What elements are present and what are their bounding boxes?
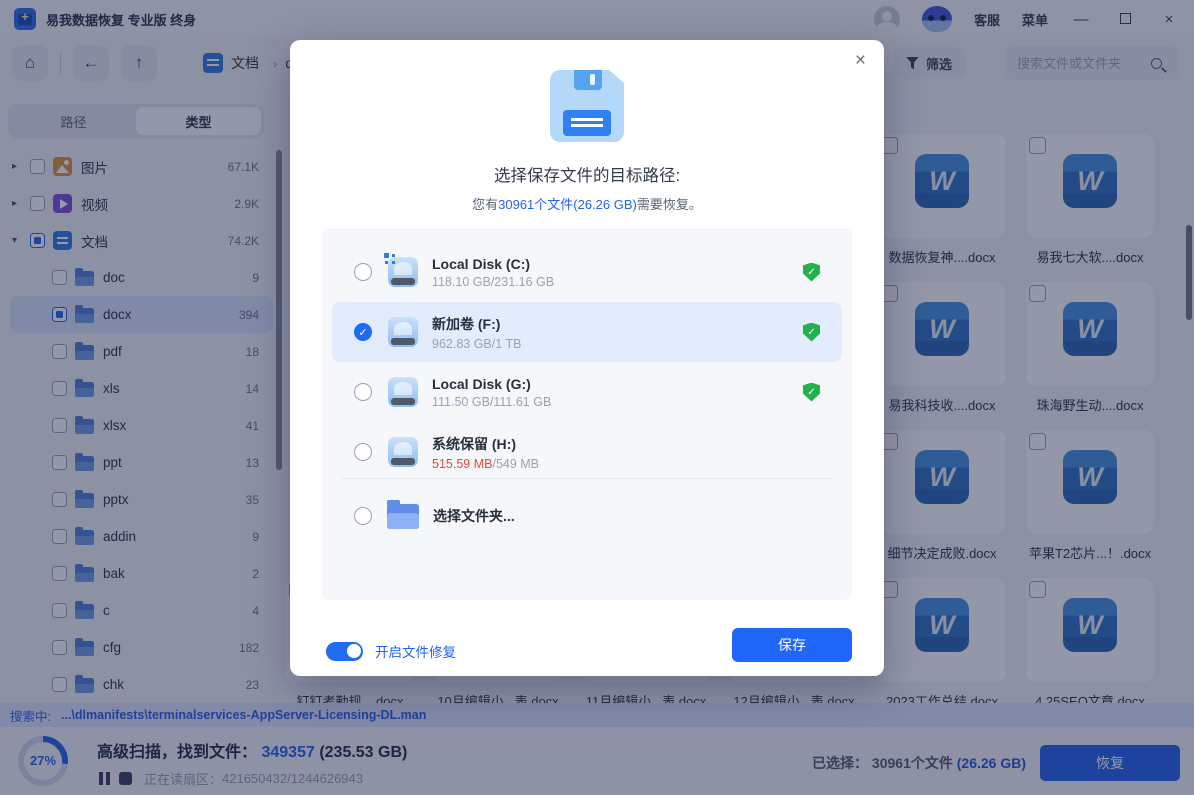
drive-row-c[interactable]: Local Disk (C:) 118.10 GB/231.16 GB ✓ — [332, 242, 842, 302]
dialog-subtitle: 您有30961个文件(26.26 GB)需要恢复。 — [290, 194, 884, 213]
radio-unselected[interactable] — [354, 443, 372, 461]
drive-list: Local Disk (C:) 118.10 GB/231.16 GB ✓ ✓ … — [322, 228, 852, 600]
save-disk-icon — [550, 70, 624, 142]
folder-icon — [387, 504, 419, 529]
drive-row-f-selected[interactable]: ✓ 新加卷 (F:) 962.83 GB/1 TB ✓ — [332, 302, 842, 362]
save-location-dialog: × 选择保存文件的目标路径: 您有30961个文件(26.26 GB)需要恢复。… — [290, 40, 884, 676]
choose-folder-row[interactable]: 选择文件夹... — [332, 486, 842, 546]
shield-ok-icon: ✓ — [803, 323, 820, 342]
files-to-recover: 30961个文件(26.26 GB) — [498, 197, 637, 212]
shield-ok-icon: ✓ — [803, 263, 820, 282]
save-button[interactable]: 保存 — [732, 628, 852, 662]
drive-icon — [388, 377, 418, 407]
low-space-value: 515.59 MB — [432, 457, 492, 471]
drive-row-h[interactable]: 系统保留 (H:) 515.59 MB/549 MB — [332, 422, 842, 482]
radio-unselected[interactable] — [354, 383, 372, 401]
radio-selected[interactable]: ✓ — [354, 323, 372, 341]
app-window: 易我数据恢复 专业版 终身 客服 菜单 — × ⌂ ← ↑ 文档 › doc 筛… — [0, 0, 1194, 795]
dialog-close-icon[interactable]: × — [855, 50, 866, 72]
drive-icon — [388, 317, 418, 347]
drive-icon — [388, 257, 418, 287]
windows-logo-icon — [384, 253, 389, 258]
drive-icon — [388, 437, 418, 467]
radio-unselected[interactable] — [354, 507, 372, 525]
list-separator — [342, 478, 832, 479]
toggle-label: 开启文件修复 — [375, 641, 456, 661]
file-repair-toggle-group[interactable]: 开启文件修复 — [326, 641, 456, 661]
drive-row-g[interactable]: Local Disk (G:) 111.50 GB/111.61 GB ✓ — [332, 362, 842, 422]
radio-unselected[interactable] — [354, 263, 372, 281]
shield-ok-icon: ✓ — [803, 383, 820, 402]
toggle-on-switch[interactable] — [326, 642, 363, 661]
dialog-title: 选择保存文件的目标路径: — [290, 162, 884, 186]
